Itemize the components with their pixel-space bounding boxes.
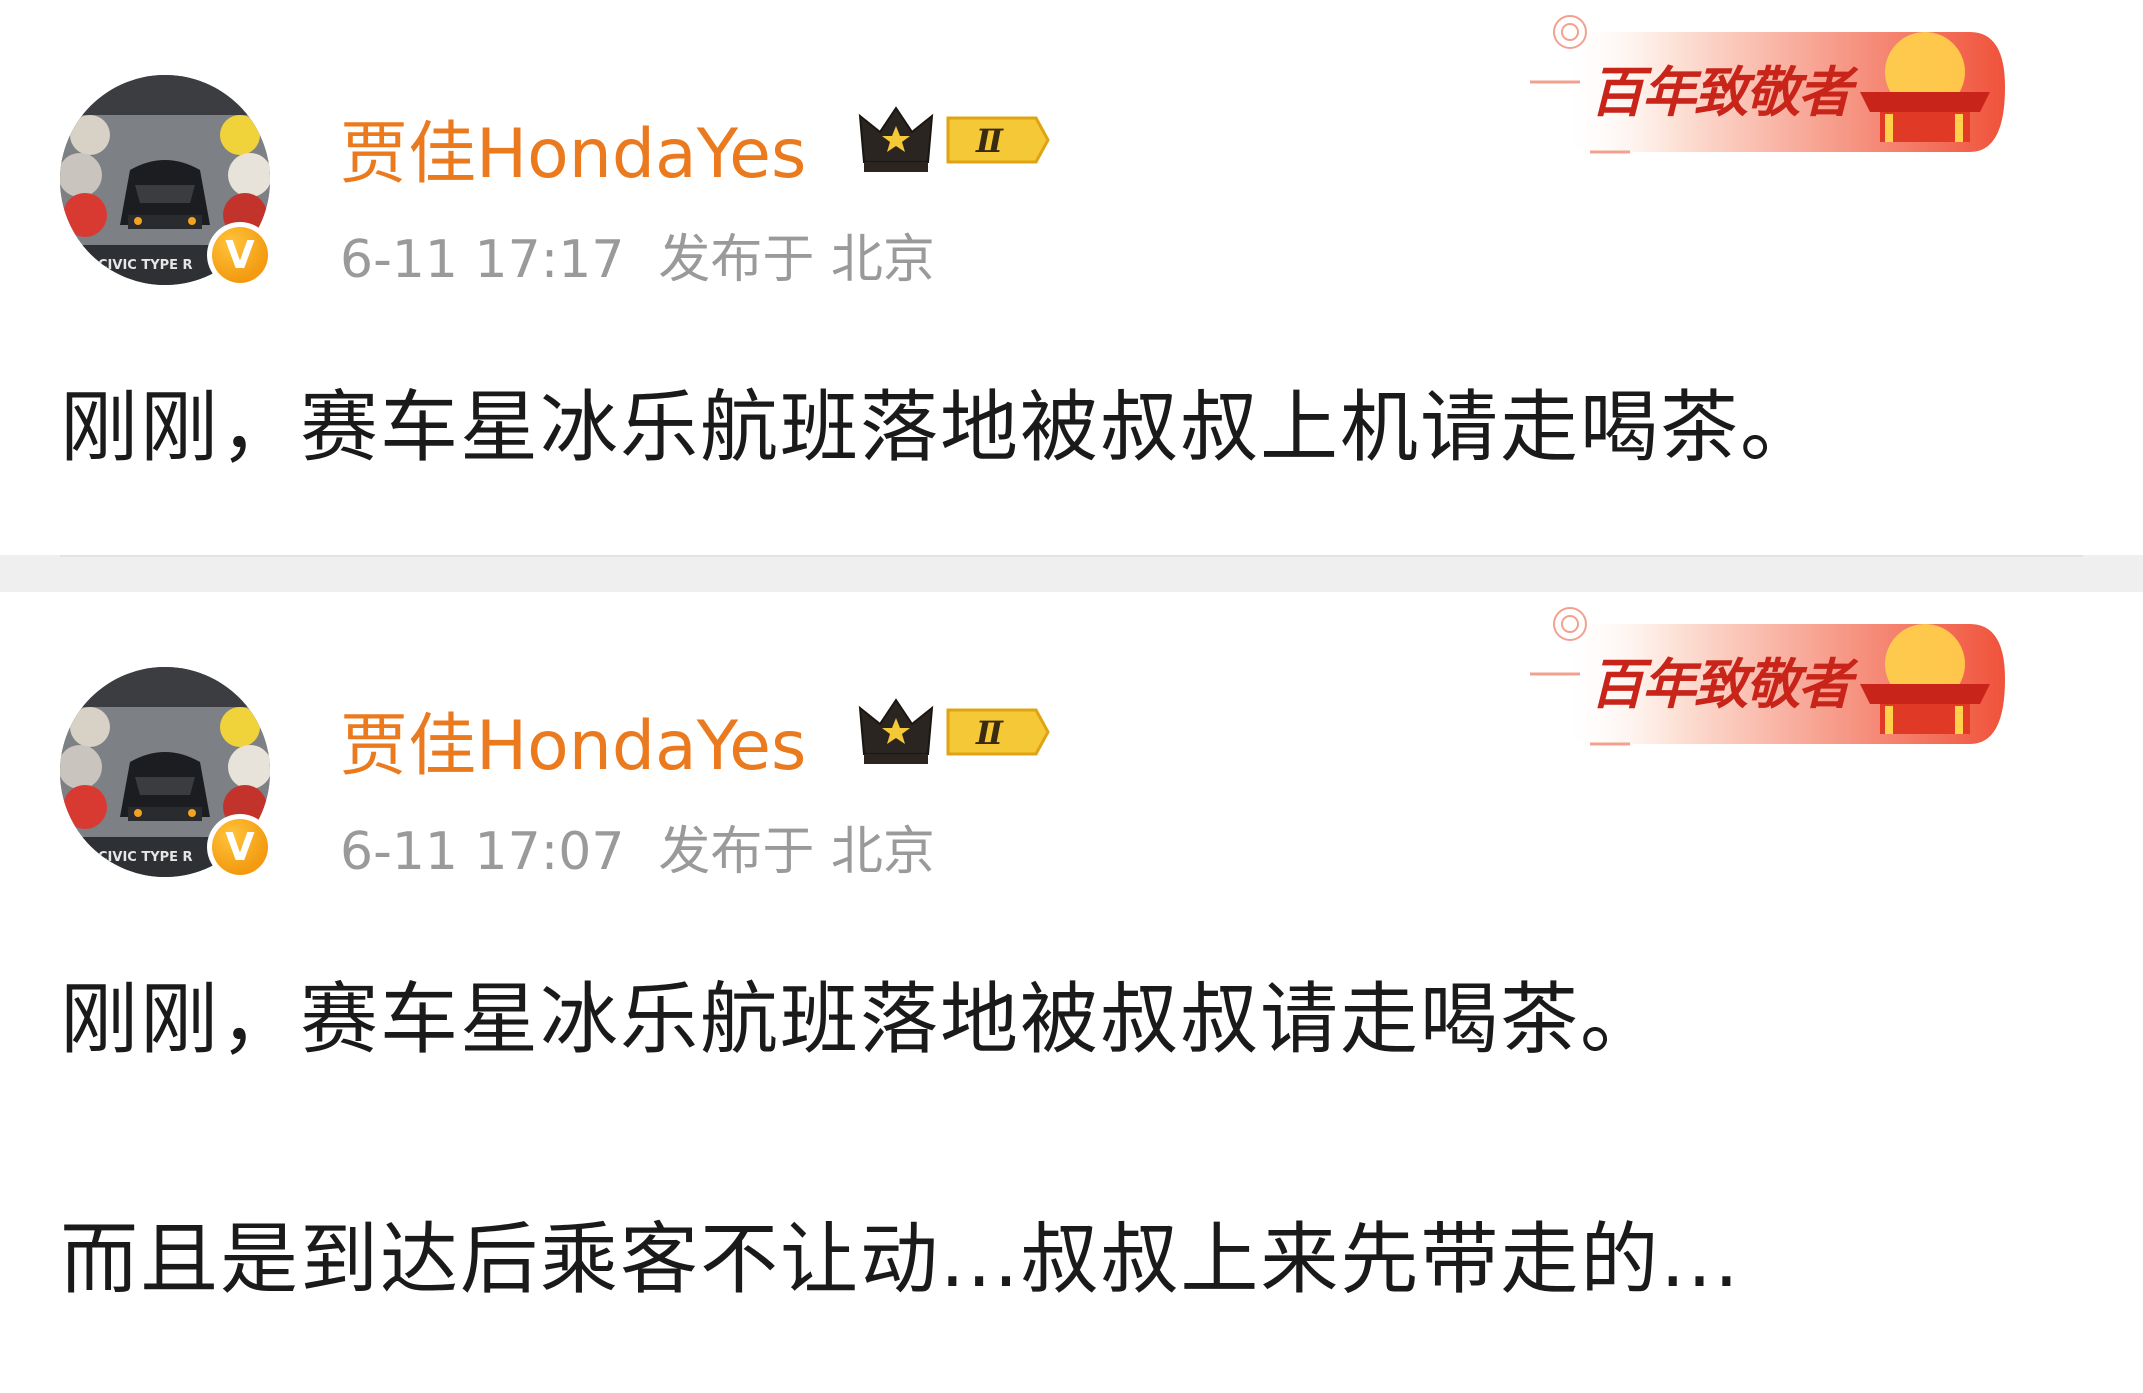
vip-crown-icon[interactable]: Ⅱ (858, 102, 1053, 178)
vip-level: Ⅱ (975, 122, 1004, 160)
username[interactable]: 贾佳HondaYes (340, 690, 806, 789)
weibo-post: CIVIC TYPE R V 贾佳HondaYes Ⅱ 6-11 17:17 发布… (0, 0, 2143, 555)
post-meta: 6-11 17:07 发布于 北京 (340, 809, 935, 884)
post-text: 刚刚，赛车星冰乐航班落地被叔叔上机请走喝茶。 (60, 383, 1821, 473)
avatar-caption: CIVIC TYPE R (98, 850, 193, 865)
verified-badge-icon: V (207, 814, 273, 880)
verified-badge-icon: V (207, 222, 273, 288)
post-text: 刚刚，赛车星冰乐航班落地被叔叔请走喝茶。 (60, 975, 1661, 1065)
post-time: 6-11 17:17 (340, 230, 625, 290)
vip-crown-icon[interactable]: Ⅱ (858, 694, 1053, 770)
badge-label: 百年致敬者 (1590, 652, 1852, 716)
post-location: 发布于 北京 (658, 822, 935, 882)
post-separator (0, 555, 2143, 592)
post-time: 6-11 17:07 (340, 822, 625, 882)
avatar-caption: CIVIC TYPE R (98, 258, 193, 273)
badge-label: 百年致敬者 (1590, 60, 1852, 124)
post-meta: 6-11 17:17 发布于 北京 (340, 217, 935, 292)
post-location: 发布于 北京 (658, 230, 935, 290)
vip-level: Ⅱ (975, 714, 1004, 752)
weibo-post: CIVIC TYPE R V 贾佳HondaYes Ⅱ 6-11 17:07 发布… (0, 592, 2143, 1393)
username[interactable]: 贾佳HondaYes (340, 98, 806, 197)
post-text: 而且是到达后乘客不让动...叔叔上来先带走的... (60, 1215, 1741, 1305)
